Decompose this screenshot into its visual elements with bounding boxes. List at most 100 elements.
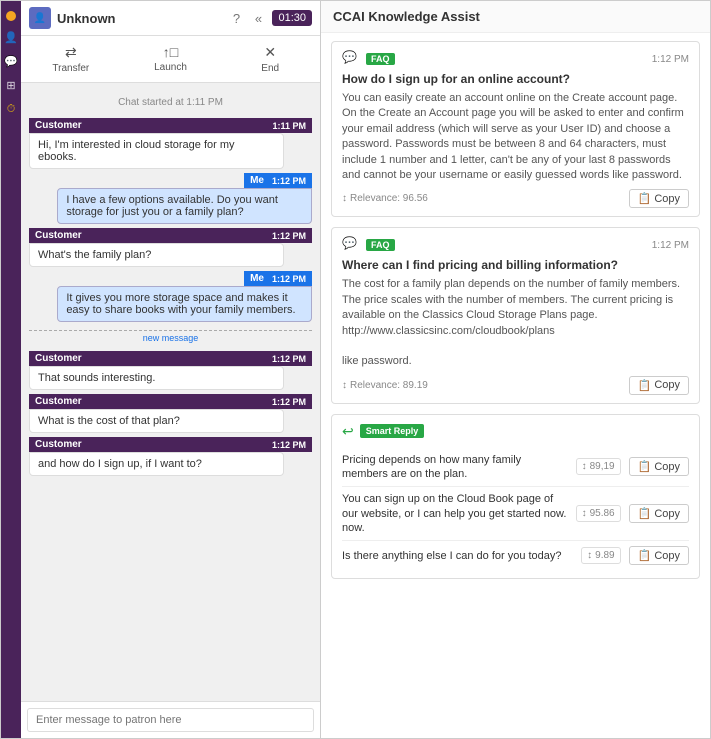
sidebar: 👤 💬 ⊞ ⏱ <box>1 1 21 738</box>
message-row: Customer 1:12 PM That sounds interesting… <box>29 351 312 390</box>
sender-name: Customer <box>35 120 82 131</box>
sender-name: Me <box>250 273 264 284</box>
faq-answer: The cost for a family plan depends on th… <box>342 277 689 369</box>
chat-header-right: ? « 01:30 <box>228 10 312 26</box>
end-button[interactable]: ✕ End <box>220 40 320 78</box>
faq-badge: FAQ <box>366 53 395 65</box>
transfer-icon: ⇄ <box>65 44 77 61</box>
copy-label: Copy <box>654 193 680 205</box>
message-bubble: Hi, I'm interested in cloud storage for … <box>29 133 284 169</box>
faq-question: How do I sign up for an online account? <box>342 72 689 86</box>
sender-name: Me <box>250 175 264 186</box>
chat-icon[interactable]: 💬 <box>3 53 19 69</box>
score-icon: ↕ <box>582 461 587 472</box>
sender-name: Customer <box>35 353 82 364</box>
copy-icon: 📋 <box>638 460 652 473</box>
sender-name: Customer <box>35 230 82 241</box>
app-container: 👤 💬 ⊞ ⏱ 👤 Unknown ? « 01:30 ⇄ Transfer <box>0 0 711 739</box>
faq-card-1: 💬 FAQ 1:12 PM How do I sign up for an on… <box>331 41 700 217</box>
copy-label: Copy <box>654 379 680 391</box>
grid-icon[interactable]: ⊞ <box>3 77 19 93</box>
avatar: 👤 <box>29 7 51 29</box>
faq-header-left: 💬 FAQ <box>342 50 395 68</box>
relevance-icon: ↕ <box>342 193 347 204</box>
copy-button-smart2[interactable]: 📋 Copy <box>629 504 689 523</box>
copy-button-smart1[interactable]: 📋 Copy <box>629 457 689 476</box>
smart-reply-item-3: Is there anything else I can do for you … <box>342 541 689 570</box>
status-dot <box>6 11 16 21</box>
message-time: 1:12 PM <box>272 397 306 407</box>
smart-reply-item-2: You can sign up on the Cloud Book page o… <box>342 487 689 541</box>
person-icon[interactable]: 👤 <box>3 29 19 45</box>
copy-button-faq2[interactable]: 📋 Copy <box>629 376 689 395</box>
faq-question: Where can I find pricing and billing inf… <box>342 258 689 272</box>
message-label: Customer 1:12 PM <box>29 228 312 243</box>
timer-badge: 01:30 <box>272 10 312 26</box>
copy-icon: 📋 <box>638 507 652 520</box>
message-time: 1:12 PM <box>272 231 306 241</box>
smart-reply-badge: Smart Reply <box>360 424 425 438</box>
relevance-icon: ↕ <box>342 380 347 391</box>
faq-time: 1:12 PM <box>652 240 689 251</box>
faq-answer: You can easily create an account online … <box>342 91 689 183</box>
score-value: 95.86 <box>590 508 615 519</box>
transfer-label: Transfer <box>52 63 89 74</box>
chat-messages: Chat started at 1:11 PM Customer 1:11 PM… <box>21 83 320 701</box>
message-time: 1:12 PM <box>272 176 306 186</box>
copy-icon: 📋 <box>638 549 652 562</box>
faq-header-left: 💬 FAQ <box>342 236 395 254</box>
copy-label: Copy <box>654 550 680 562</box>
smart-reply-text: You can sign up on the Cloud Book page o… <box>342 492 568 535</box>
faq-time: 1:12 PM <box>652 54 689 65</box>
smart-reply-header: ↩ Smart Reply <box>342 423 689 440</box>
message-label: Me 1:12 PM <box>244 271 312 286</box>
help-icon[interactable]: ? <box>228 10 244 26</box>
chat-header: 👤 Unknown ? « 01:30 <box>21 1 320 36</box>
message-label: Me 1:12 PM <box>244 173 312 188</box>
message-bubble: It gives you more storage space and make… <box>57 286 312 322</box>
faq-card-header: 💬 FAQ 1:12 PM <box>342 236 689 254</box>
copy-button-smart3[interactable]: 📋 Copy <box>629 546 689 565</box>
faq-card-2: 💬 FAQ 1:12 PM Where can I find pricing a… <box>331 227 700 403</box>
end-label: End <box>261 63 279 74</box>
launch-button[interactable]: ↑□ Launch <box>121 40 221 78</box>
message-bubble: What's the family plan? <box>29 243 284 267</box>
relevance-value: Relevance: 96.56 <box>350 193 428 204</box>
relevance-badge: ↕ Relevance: 89.19 <box>342 380 428 391</box>
message-bubble: What is the cost of that plan? <box>29 409 284 433</box>
chat-header-left: 👤 Unknown <box>29 7 116 29</box>
message-row: Me 1:12 PM I have a few options availabl… <box>29 173 312 224</box>
smart-reply-icon: ↩ <box>342 423 354 440</box>
knowledge-header: CCAI Knowledge Assist <box>321 1 710 33</box>
smart-reply-score: ↕ 95.86 <box>576 505 621 522</box>
faq-icon: 💬 <box>342 236 360 254</box>
launch-icon: ↑□ <box>163 44 178 60</box>
message-row: Customer 1:11 PM Hi, I'm interested in c… <box>29 118 312 169</box>
transfer-button[interactable]: ⇄ Transfer <box>21 40 121 78</box>
customer-name: Unknown <box>57 11 116 26</box>
message-time: 1:12 PM <box>272 440 306 450</box>
score-value: 9.89 <box>595 550 614 561</box>
faq-badge: FAQ <box>366 239 395 251</box>
score-icon: ↕ <box>582 508 587 519</box>
message-label: Customer 1:12 PM <box>29 437 312 452</box>
chat-input[interactable] <box>27 708 314 732</box>
message-label: Customer 1:11 PM <box>29 118 312 133</box>
copy-button-faq1[interactable]: 📋 Copy <box>629 189 689 208</box>
smart-reply-text: Is there anything else I can do for you … <box>342 549 573 563</box>
message-time: 1:11 PM <box>272 121 306 131</box>
chat-started: Chat started at 1:11 PM <box>29 97 312 108</box>
timer-icon[interactable]: ⏱ <box>3 101 19 117</box>
new-message-separator: new message <box>29 330 312 343</box>
message-time: 1:12 PM <box>272 354 306 364</box>
faq-footer: ↕ Relevance: 96.56 📋 Copy <box>342 189 689 208</box>
message-bubble: I have a few options available. Do you w… <box>57 188 312 224</box>
message-row: Customer 1:12 PM What is the cost of tha… <box>29 394 312 433</box>
launch-label: Launch <box>154 62 187 73</box>
relevance-value: Relevance: 89.19 <box>350 380 428 391</box>
copy-label: Copy <box>654 461 680 473</box>
message-row: Customer 1:12 PM and how do I sign up, i… <box>29 437 312 476</box>
message-bubble: and how do I sign up, if I want to? <box>29 452 284 476</box>
smart-reply-score: ↕ 9.89 <box>581 547 620 564</box>
collapse-icon[interactable]: « <box>250 10 266 26</box>
